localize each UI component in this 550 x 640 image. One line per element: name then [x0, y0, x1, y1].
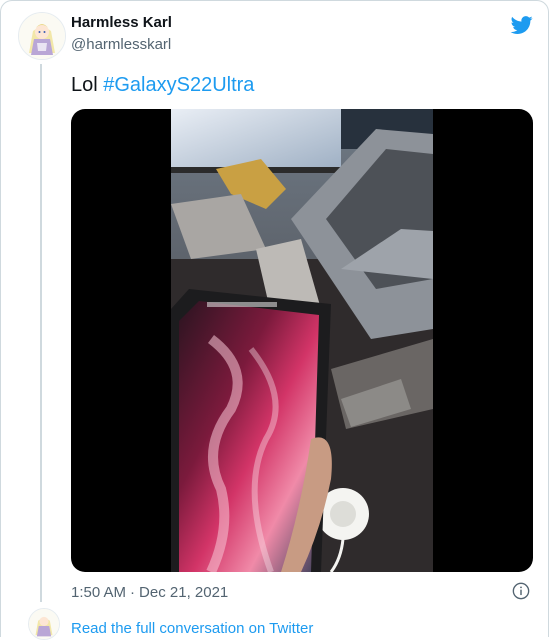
- tweet-time: 1:50 AM: [71, 584, 127, 601]
- tweet-video[interactable]: [71, 109, 533, 572]
- footer-avatar[interactable]: [28, 608, 60, 640]
- thread-line: [40, 64, 42, 602]
- tweet-text: Lol #GalaxyS22Ultra: [71, 74, 254, 97]
- tweet-timestamp[interactable]: 1:50 AM · Dec 21, 2021: [71, 584, 228, 601]
- info-icon[interactable]: [512, 582, 530, 600]
- video-scene: [171, 109, 433, 572]
- author-handle[interactable]: @harmlesskarl: [71, 36, 171, 53]
- meta-separator: ·: [130, 584, 136, 601]
- twitter-bird-icon[interactable]: [510, 14, 534, 36]
- read-full-conversation-link[interactable]: Read the full conversation on Twitter: [71, 620, 313, 637]
- hashtag-link[interactable]: #GalaxyS22Ultra: [103, 74, 254, 96]
- video-frame: [171, 109, 433, 572]
- tweet-date: Dec 21, 2021: [139, 584, 229, 601]
- tweet-text-prefix: Lol: [71, 74, 104, 96]
- author-display-name[interactable]: Harmless Karl: [71, 14, 172, 31]
- author-avatar[interactable]: [18, 12, 66, 60]
